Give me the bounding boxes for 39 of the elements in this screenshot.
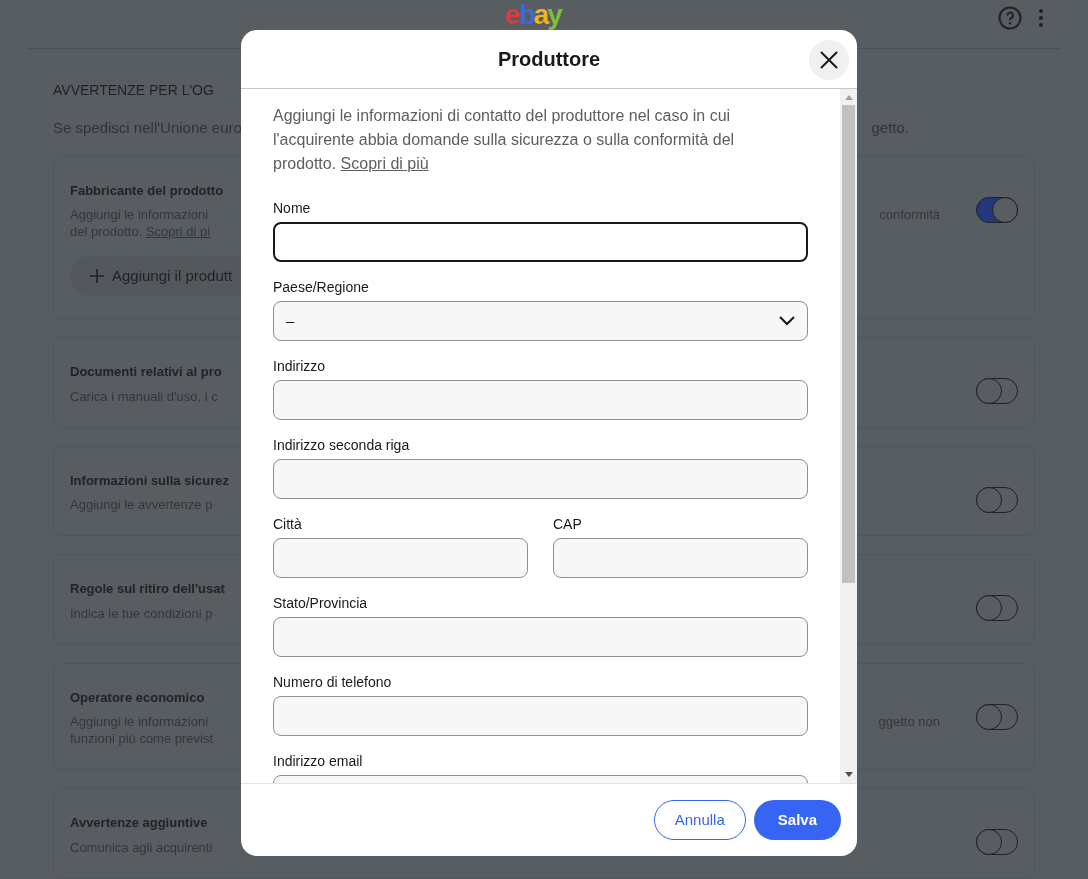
card-title: Documenti relativi al pro: [70, 363, 222, 381]
plus-icon: [90, 269, 104, 283]
toggle-switch[interactable]: [976, 196, 1018, 223]
save-button[interactable]: Salva: [753, 800, 841, 840]
help-icon[interactable]: [998, 6, 1022, 30]
text-input[interactable]: [273, 459, 808, 499]
text-input[interactable]: [273, 696, 808, 736]
field-label: CAP: [553, 515, 583, 534]
text-input[interactable]: [273, 617, 808, 657]
field-label: Stato/Provincia: [273, 594, 369, 613]
dialog-intro: Aggiungi le informazioni di contatto del produttore nel caso in cui l'acquirente abbia domande sulla sicurezza o sulla conformità del prodotto. Scopri di più: [273, 106, 736, 174]
field-label: Nome: [273, 199, 312, 218]
text-input[interactable]: [273, 222, 808, 262]
card-title: Avvertenze aggiuntive: [70, 814, 208, 832]
field-label: Indirizzo: [273, 357, 327, 376]
ebay-logo[interactable]: ebay: [505, 1, 561, 29]
field-label: Numero di telefono: [273, 673, 393, 692]
close-icon: [820, 51, 838, 69]
dialog-title: Produttore: [497, 47, 601, 72]
field-label: Città: [273, 515, 303, 534]
text-input[interactable]: [553, 538, 808, 578]
close-button[interactable]: [809, 40, 849, 80]
scroll-up-icon[interactable]: [844, 95, 853, 100]
card-title: Operatore economico: [70, 688, 205, 707]
field-label: Paese/Regione: [273, 278, 370, 297]
scroll-down-icon[interactable]: [844, 772, 853, 777]
text-input[interactable]: [273, 380, 808, 420]
card-title: Regole sul ritiro dell'usat: [70, 580, 225, 598]
learn-more-link[interactable]: Scopri di più: [340, 155, 429, 172]
scrollbar[interactable]: [840, 89, 857, 783]
text-input[interactable]: [273, 538, 528, 578]
field-label: Indirizzo seconda riga: [273, 436, 411, 455]
card-title: Fabbricante del prodotto: [70, 181, 224, 200]
card-title: Informazioni sulla sicurez: [70, 471, 229, 490]
country-select[interactable]: –: [273, 301, 808, 341]
section-title: AVVERTENZE PER L'OG: [53, 81, 214, 100]
chevron-down-icon: [779, 316, 795, 326]
more-options-icon[interactable]: [1038, 8, 1044, 28]
field-label: Indirizzo email: [273, 752, 364, 771]
